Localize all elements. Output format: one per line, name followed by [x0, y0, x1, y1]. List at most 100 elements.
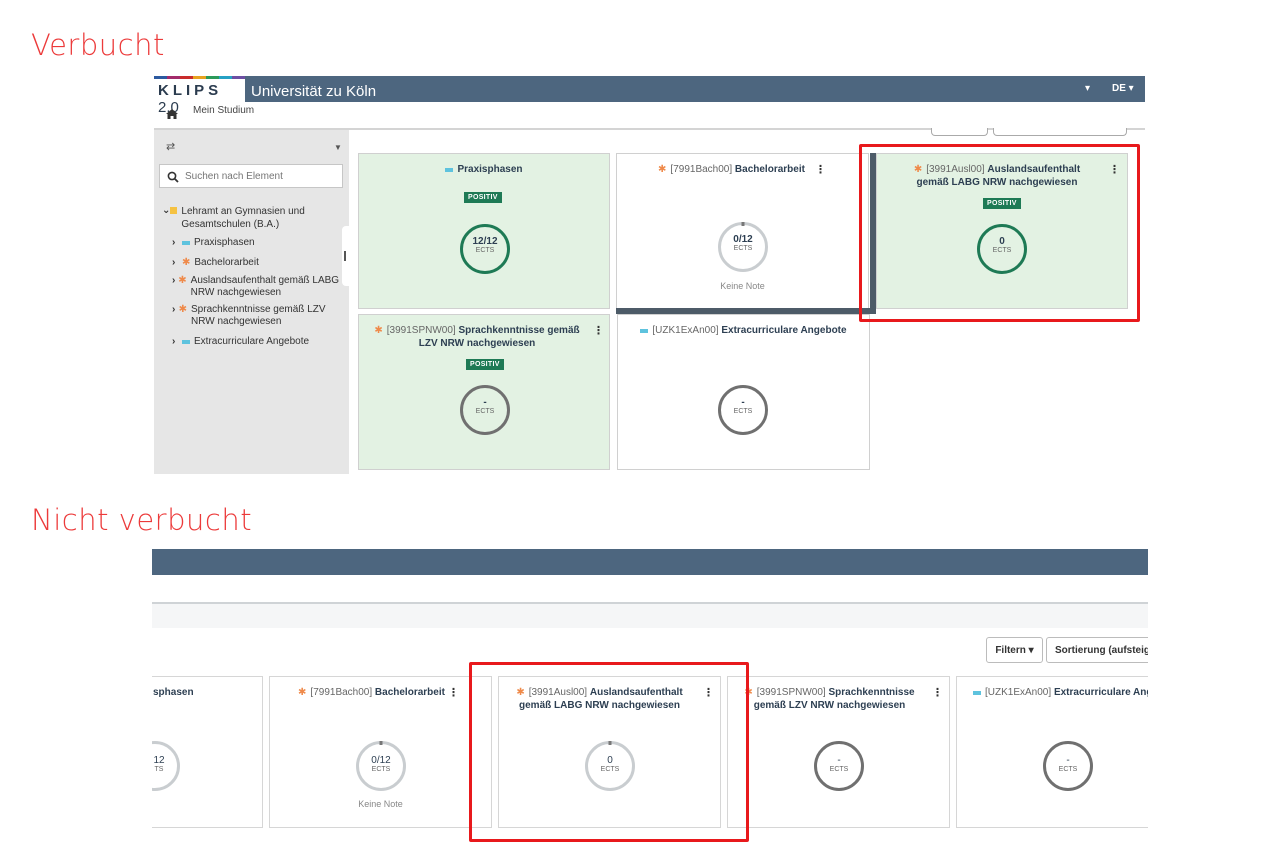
- ects-value: 12/12: [472, 236, 498, 247]
- filter-button[interactable]: Filtern ▾: [986, 637, 1043, 663]
- card-code: [3991SPNW00]: [386, 325, 456, 336]
- chevron-right-icon: ›: [172, 237, 176, 248]
- grade-note: Keine Note: [358, 799, 403, 809]
- chevron-right-icon: ›: [172, 257, 176, 268]
- ects-unit: ECTS: [733, 245, 753, 252]
- top-navbar: KLIPS 2.0 Universität zu Köln ▾ DE ▾: [154, 76, 1145, 116]
- search-icon: [167, 171, 179, 183]
- ects-value: -: [741, 397, 745, 408]
- ects-unit: ECTS: [475, 408, 495, 415]
- sidebar-search[interactable]: [159, 164, 343, 188]
- card-title: Extracurriculare Angeb: [1053, 687, 1148, 698]
- swap-icon[interactable]: ⇄: [166, 140, 175, 153]
- asterisk-icon: ✱: [374, 325, 383, 336]
- highlight-box: [469, 662, 749, 842]
- toolbar-button-stub[interactable]: [993, 128, 1127, 136]
- tree-item-praxisphasen[interactable]: › Praxisphasen: [172, 237, 342, 248]
- chevron-down-icon: ⌄: [162, 205, 171, 216]
- kebab-menu-icon[interactable]: ⋮: [448, 686, 459, 699]
- card-title: Extracurriculare Angebote: [721, 325, 847, 336]
- card-praxisphasen[interactable]: sphasen 12 TS: [152, 676, 263, 828]
- ects-value: 0/12: [733, 234, 753, 245]
- ects-unit: ECTS: [475, 247, 495, 254]
- kebab-menu-icon[interactable]: ⋮: [593, 324, 604, 337]
- breadcrumb-band: [152, 602, 1148, 628]
- card-code: [3991SPNW00]: [756, 687, 826, 698]
- resize-grip-icon: [344, 251, 346, 261]
- card-code: [7991Bach00]: [670, 164, 733, 175]
- asterisk-icon: ✱: [182, 257, 191, 268]
- sort-button[interactable]: Sortierung (aufsteigen: [1046, 637, 1148, 663]
- kebab-menu-icon[interactable]: ⋮: [815, 163, 826, 176]
- ects-unit: ECTS: [829, 766, 849, 773]
- language-dropdown[interactable]: DE ▾: [1112, 83, 1134, 94]
- asterisk-icon: ✱: [178, 304, 188, 315]
- ects-unit: ECTS: [733, 408, 753, 415]
- status-badge: POSITIV: [466, 359, 504, 370]
- university-name: Universität zu Köln: [251, 83, 377, 100]
- highlight-box: [859, 144, 1140, 322]
- home-icon[interactable]: [166, 109, 178, 119]
- card-bachelorarbeit[interactable]: ✱ [7991Bach00] Bachelorarbeit ⋮ 0/12 ECTS …: [616, 153, 869, 309]
- toolbar-button-stub[interactable]: [931, 128, 988, 136]
- ects-unit: ECTS: [1058, 766, 1078, 773]
- card-code: [UZK1ExAn00]: [985, 687, 1052, 698]
- ects-value: -: [1066, 755, 1070, 766]
- tree-item-extracurriculare[interactable]: › Extracurriculare Angebote: [172, 336, 342, 347]
- card-title: sphasen: [153, 687, 194, 698]
- card-extracurriculare[interactable]: [UZK1ExAn00] Extracurriculare Angeb -ECT…: [956, 676, 1148, 828]
- asterisk-icon: ✱: [298, 687, 307, 698]
- user-menu-caret-icon[interactable]: ▾: [1085, 83, 1090, 94]
- asterisk-icon: ✱: [658, 164, 667, 175]
- card-title: Bachelorarbeit: [734, 164, 805, 175]
- card-title: Praxisphasen: [457, 164, 523, 175]
- tree-item-auslandsaufenthalt[interactable]: › ✱ Auslandsaufenthalt gemäß LABG NRW nach…: [172, 275, 342, 299]
- ects-unit: ECTS: [371, 766, 391, 773]
- kebab-menu-icon[interactable]: ⋮: [932, 686, 943, 699]
- module-bar-icon: [973, 691, 981, 695]
- tree-item-bachelorarbeit[interactable]: › ✱ Bachelorarbeit: [172, 257, 342, 268]
- tree-item-label: Auslandsaufenthalt gemäß LABG NRW nachge…: [190, 275, 340, 298]
- top-navbar: [152, 549, 1148, 575]
- search-input[interactable]: [185, 168, 335, 184]
- status-badge: POSITIV: [464, 192, 502, 203]
- grade-note: Keine Note: [720, 281, 765, 291]
- card-code: [7991Bach00]: [310, 687, 373, 698]
- ects-value: 0/12: [371, 755, 391, 766]
- tree-item-sprachkenntnisse[interactable]: › ✱ Sprachkenntnisse gemäß LZV NRW nachgew…: [172, 304, 342, 328]
- tree-item-label: Extracurriculare Angebote: [194, 336, 310, 347]
- card-praxisphasen[interactable]: Praxisphasen POSITIV 12/12 ECTS: [358, 153, 610, 309]
- module-bar-icon: [445, 168, 454, 172]
- tree-item-label: Bachelorarbeit: [194, 257, 259, 268]
- module-bar-icon: [640, 329, 649, 333]
- sidebar-collapse-icon[interactable]: ▼: [334, 143, 342, 152]
- card-title: Bachelorarbeit: [374, 687, 445, 698]
- heading-verbucht: Verbucht: [31, 28, 165, 62]
- filter-label: Filtern: [995, 644, 1026, 656]
- module-bar-icon: [182, 340, 190, 344]
- tree-item-label: Sprachkenntnisse gemäß LZV NRW nachgewie…: [191, 304, 326, 327]
- breadcrumb-mein-studium[interactable]: Mein Studium: [193, 105, 254, 116]
- tree-root-label: Lehramt an Gymnasien und Gesamtschulen (…: [181, 206, 305, 230]
- chevron-right-icon: ›: [172, 304, 176, 315]
- ects-value: 12: [153, 755, 165, 766]
- tree-item-label: Praxisphasen: [194, 237, 255, 248]
- logo-name: KLIPS: [158, 82, 223, 99]
- language-label: DE: [1112, 83, 1126, 94]
- card-sprachkenntnisse[interactable]: ✱ [3991SPNW00] Sprachkenntnisse gemäß LZV…: [358, 314, 610, 470]
- asterisk-icon: ✱: [178, 275, 187, 286]
- card-code: [UZK1ExAn00]: [652, 325, 719, 336]
- klips-logo[interactable]: KLIPS 2.0: [154, 76, 245, 116]
- chevron-right-icon: ›: [172, 336, 176, 347]
- folder-square-icon: [170, 207, 178, 214]
- heading-nicht-verbucht: Nicht verbucht: [31, 503, 253, 537]
- card-bachelorarbeit[interactable]: ✱ [7991Bach00] Bachelorarbeit ⋮ 0/12 ECTS …: [269, 676, 492, 828]
- logo-stripes: [154, 76, 245, 79]
- module-bar-icon: [182, 241, 190, 245]
- sidebar: ⇄ ▼ ⌄ Lehramt an Gymnasien und Gesamtschu…: [154, 130, 349, 474]
- card-extracurriculare[interactable]: [UZK1ExAn00] Extracurriculare Angebote -…: [617, 314, 870, 470]
- ects-value: -: [837, 755, 841, 766]
- tree-item-root[interactable]: ⌄ Lehramt an Gymnasien und Gesamtschulen …: [162, 205, 342, 231]
- card-sprachkenntnisse[interactable]: ✱ [3991SPNW00] Sprachkenntnisse gemäß LZV…: [727, 676, 950, 828]
- ects-unit: TS: [154, 766, 164, 773]
